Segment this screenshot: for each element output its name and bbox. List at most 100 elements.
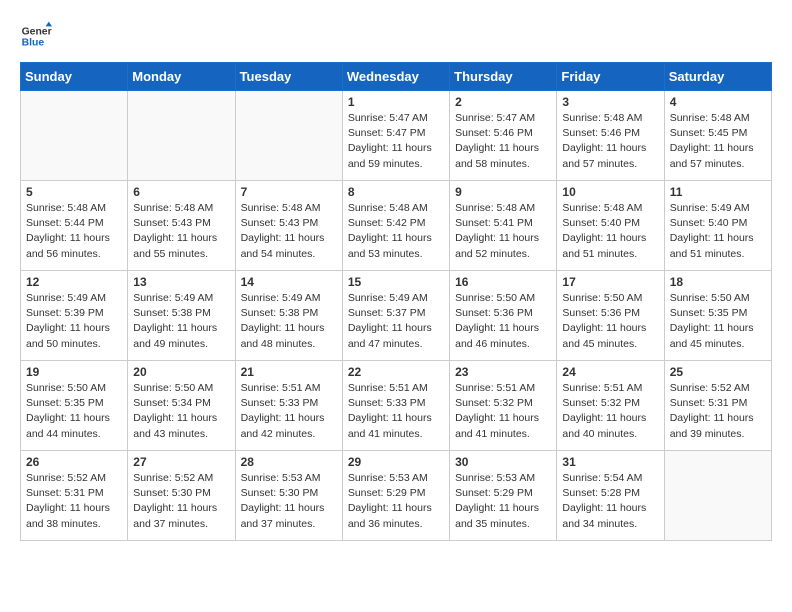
day-number: 16 <box>455 275 551 289</box>
day-number: 24 <box>562 365 658 379</box>
day-number: 8 <box>348 185 444 199</box>
cell-info: Sunrise: 5:51 AM Sunset: 5:32 PM Dayligh… <box>455 381 551 442</box>
cell-info: Sunrise: 5:48 AM Sunset: 5:43 PM Dayligh… <box>133 201 229 262</box>
day-number: 9 <box>455 185 551 199</box>
cell-info: Sunrise: 5:49 AM Sunset: 5:38 PM Dayligh… <box>133 291 229 352</box>
day-number: 7 <box>241 185 337 199</box>
cell-info: Sunrise: 5:53 AM Sunset: 5:29 PM Dayligh… <box>455 471 551 532</box>
cell-info: Sunrise: 5:50 AM Sunset: 5:35 PM Dayligh… <box>670 291 766 352</box>
cell-info: Sunrise: 5:47 AM Sunset: 5:47 PM Dayligh… <box>348 111 444 172</box>
page-header: General Blue <box>20 20 772 52</box>
day-number: 23 <box>455 365 551 379</box>
dow-saturday: Saturday <box>664 63 771 91</box>
calendar-cell: 11Sunrise: 5:49 AM Sunset: 5:40 PM Dayli… <box>664 181 771 271</box>
cell-info: Sunrise: 5:48 AM Sunset: 5:42 PM Dayligh… <box>348 201 444 262</box>
cell-info: Sunrise: 5:52 AM Sunset: 5:31 PM Dayligh… <box>26 471 122 532</box>
calendar-cell: 29Sunrise: 5:53 AM Sunset: 5:29 PM Dayli… <box>342 451 449 541</box>
day-number: 29 <box>348 455 444 469</box>
day-number: 21 <box>241 365 337 379</box>
day-number: 3 <box>562 95 658 109</box>
day-number: 4 <box>670 95 766 109</box>
day-number: 15 <box>348 275 444 289</box>
calendar-body: 1 Sunrise: 5:47 AM Sunset: 5:47 PM Daylig… <box>21 91 772 541</box>
cell-info: Sunrise: 5:49 AM Sunset: 5:39 PM Dayligh… <box>26 291 122 352</box>
day-number: 30 <box>455 455 551 469</box>
calendar-cell: 31 Sunrise: 5:54 AM Sunset: 5:28 PM Dayli… <box>557 451 664 541</box>
cell-info: Sunrise: 5:50 AM Sunset: 5:35 PM Dayligh… <box>26 381 122 442</box>
calendar-cell: 16 Sunrise: 5:50 AM Sunset: 5:36 PM Dayli… <box>450 271 557 361</box>
calendar-cell: 18Sunrise: 5:50 AM Sunset: 5:35 PM Dayli… <box>664 271 771 361</box>
calendar-cell: 27 Sunrise: 5:52 AM Sunset: 5:30 PM Dayli… <box>128 451 235 541</box>
cell-info: Sunrise: 5:49 AM Sunset: 5:38 PM Dayligh… <box>241 291 337 352</box>
calendar-cell: 8 Sunrise: 5:48 AM Sunset: 5:42 PM Daylig… <box>342 181 449 271</box>
day-number: 27 <box>133 455 229 469</box>
calendar-cell: 21 Sunrise: 5:51 AM Sunset: 5:33 PM Dayli… <box>235 361 342 451</box>
calendar-cell: 24 Sunrise: 5:51 AM Sunset: 5:32 PM Dayli… <box>557 361 664 451</box>
calendar-cell: 10Sunrise: 5:48 AM Sunset: 5:40 PM Dayli… <box>557 181 664 271</box>
calendar-cell: 9Sunrise: 5:48 AM Sunset: 5:41 PM Daylig… <box>450 181 557 271</box>
dow-thursday: Thursday <box>450 63 557 91</box>
day-number: 20 <box>133 365 229 379</box>
dow-wednesday: Wednesday <box>342 63 449 91</box>
day-number: 11 <box>670 185 766 199</box>
calendar-cell: 4 Sunrise: 5:48 AM Sunset: 5:45 PM Daylig… <box>664 91 771 181</box>
cell-info: Sunrise: 5:48 AM Sunset: 5:44 PM Dayligh… <box>26 201 122 262</box>
day-number: 31 <box>562 455 658 469</box>
dow-tuesday: Tuesday <box>235 63 342 91</box>
logo: General Blue <box>20 20 52 52</box>
calendar-cell: 15 Sunrise: 5:49 AM Sunset: 5:37 PM Dayli… <box>342 271 449 361</box>
cell-info: Sunrise: 5:51 AM Sunset: 5:32 PM Dayligh… <box>562 381 658 442</box>
svg-text:Blue: Blue <box>22 38 45 49</box>
cell-info: Sunrise: 5:50 AM Sunset: 5:36 PM Dayligh… <box>455 291 551 352</box>
day-number: 17 <box>562 275 658 289</box>
week-row-2: 5 Sunrise: 5:48 AM Sunset: 5:44 PM Daylig… <box>21 181 772 271</box>
day-number: 12 <box>26 275 122 289</box>
week-row-5: 26 Sunrise: 5:52 AM Sunset: 5:31 PM Dayli… <box>21 451 772 541</box>
calendar-table: SundayMondayTuesdayWednesdayThursdayFrid… <box>20 62 772 541</box>
day-number: 6 <box>133 185 229 199</box>
day-number: 10 <box>562 185 658 199</box>
calendar-cell: 13 Sunrise: 5:49 AM Sunset: 5:38 PM Dayli… <box>128 271 235 361</box>
calendar-cell: 6 Sunrise: 5:48 AM Sunset: 5:43 PM Daylig… <box>128 181 235 271</box>
day-number: 28 <box>241 455 337 469</box>
day-number: 25 <box>670 365 766 379</box>
day-number: 19 <box>26 365 122 379</box>
week-row-3: 12 Sunrise: 5:49 AM Sunset: 5:39 PM Dayli… <box>21 271 772 361</box>
cell-info: Sunrise: 5:49 AM Sunset: 5:37 PM Dayligh… <box>348 291 444 352</box>
calendar-cell: 20 Sunrise: 5:50 AM Sunset: 5:34 PM Dayli… <box>128 361 235 451</box>
calendar-cell: 12 Sunrise: 5:49 AM Sunset: 5:39 PM Dayli… <box>21 271 128 361</box>
svg-text:General: General <box>22 26 52 37</box>
day-number: 2 <box>455 95 551 109</box>
day-number: 1 <box>348 95 444 109</box>
calendar-cell: 3 Sunrise: 5:48 AM Sunset: 5:46 PM Daylig… <box>557 91 664 181</box>
calendar-cell <box>21 91 128 181</box>
logo-icon: General Blue <box>20 20 52 52</box>
cell-info: Sunrise: 5:52 AM Sunset: 5:31 PM Dayligh… <box>670 381 766 442</box>
calendar-cell: 2Sunrise: 5:47 AM Sunset: 5:46 PM Daylig… <box>450 91 557 181</box>
day-number: 5 <box>26 185 122 199</box>
dow-friday: Friday <box>557 63 664 91</box>
cell-info: Sunrise: 5:50 AM Sunset: 5:36 PM Dayligh… <box>562 291 658 352</box>
calendar-cell: 17 Sunrise: 5:50 AM Sunset: 5:36 PM Dayli… <box>557 271 664 361</box>
calendar-cell: 30 Sunrise: 5:53 AM Sunset: 5:29 PM Dayli… <box>450 451 557 541</box>
cell-info: Sunrise: 5:48 AM Sunset: 5:45 PM Dayligh… <box>670 111 766 172</box>
calendar-cell: 23 Sunrise: 5:51 AM Sunset: 5:32 PM Dayli… <box>450 361 557 451</box>
cell-info: Sunrise: 5:54 AM Sunset: 5:28 PM Dayligh… <box>562 471 658 532</box>
calendar-cell <box>664 451 771 541</box>
calendar-cell: 5 Sunrise: 5:48 AM Sunset: 5:44 PM Daylig… <box>21 181 128 271</box>
day-number: 14 <box>241 275 337 289</box>
cell-info: Sunrise: 5:50 AM Sunset: 5:34 PM Dayligh… <box>133 381 229 442</box>
day-number: 26 <box>26 455 122 469</box>
cell-info: Sunrise: 5:48 AM Sunset: 5:46 PM Dayligh… <box>562 111 658 172</box>
dow-sunday: Sunday <box>21 63 128 91</box>
calendar-cell: 7 Sunrise: 5:48 AM Sunset: 5:43 PM Daylig… <box>235 181 342 271</box>
day-number: 22 <box>348 365 444 379</box>
day-number: 13 <box>133 275 229 289</box>
cell-info: Sunrise: 5:51 AM Sunset: 5:33 PM Dayligh… <box>241 381 337 442</box>
calendar-cell: 25 Sunrise: 5:52 AM Sunset: 5:31 PM Dayli… <box>664 361 771 451</box>
calendar-cell: 1 Sunrise: 5:47 AM Sunset: 5:47 PM Daylig… <box>342 91 449 181</box>
cell-info: Sunrise: 5:52 AM Sunset: 5:30 PM Dayligh… <box>133 471 229 532</box>
cell-info: Sunrise: 5:48 AM Sunset: 5:43 PM Dayligh… <box>241 201 337 262</box>
calendar-cell: 22Sunrise: 5:51 AM Sunset: 5:33 PM Dayli… <box>342 361 449 451</box>
calendar-cell: 26 Sunrise: 5:52 AM Sunset: 5:31 PM Dayli… <box>21 451 128 541</box>
